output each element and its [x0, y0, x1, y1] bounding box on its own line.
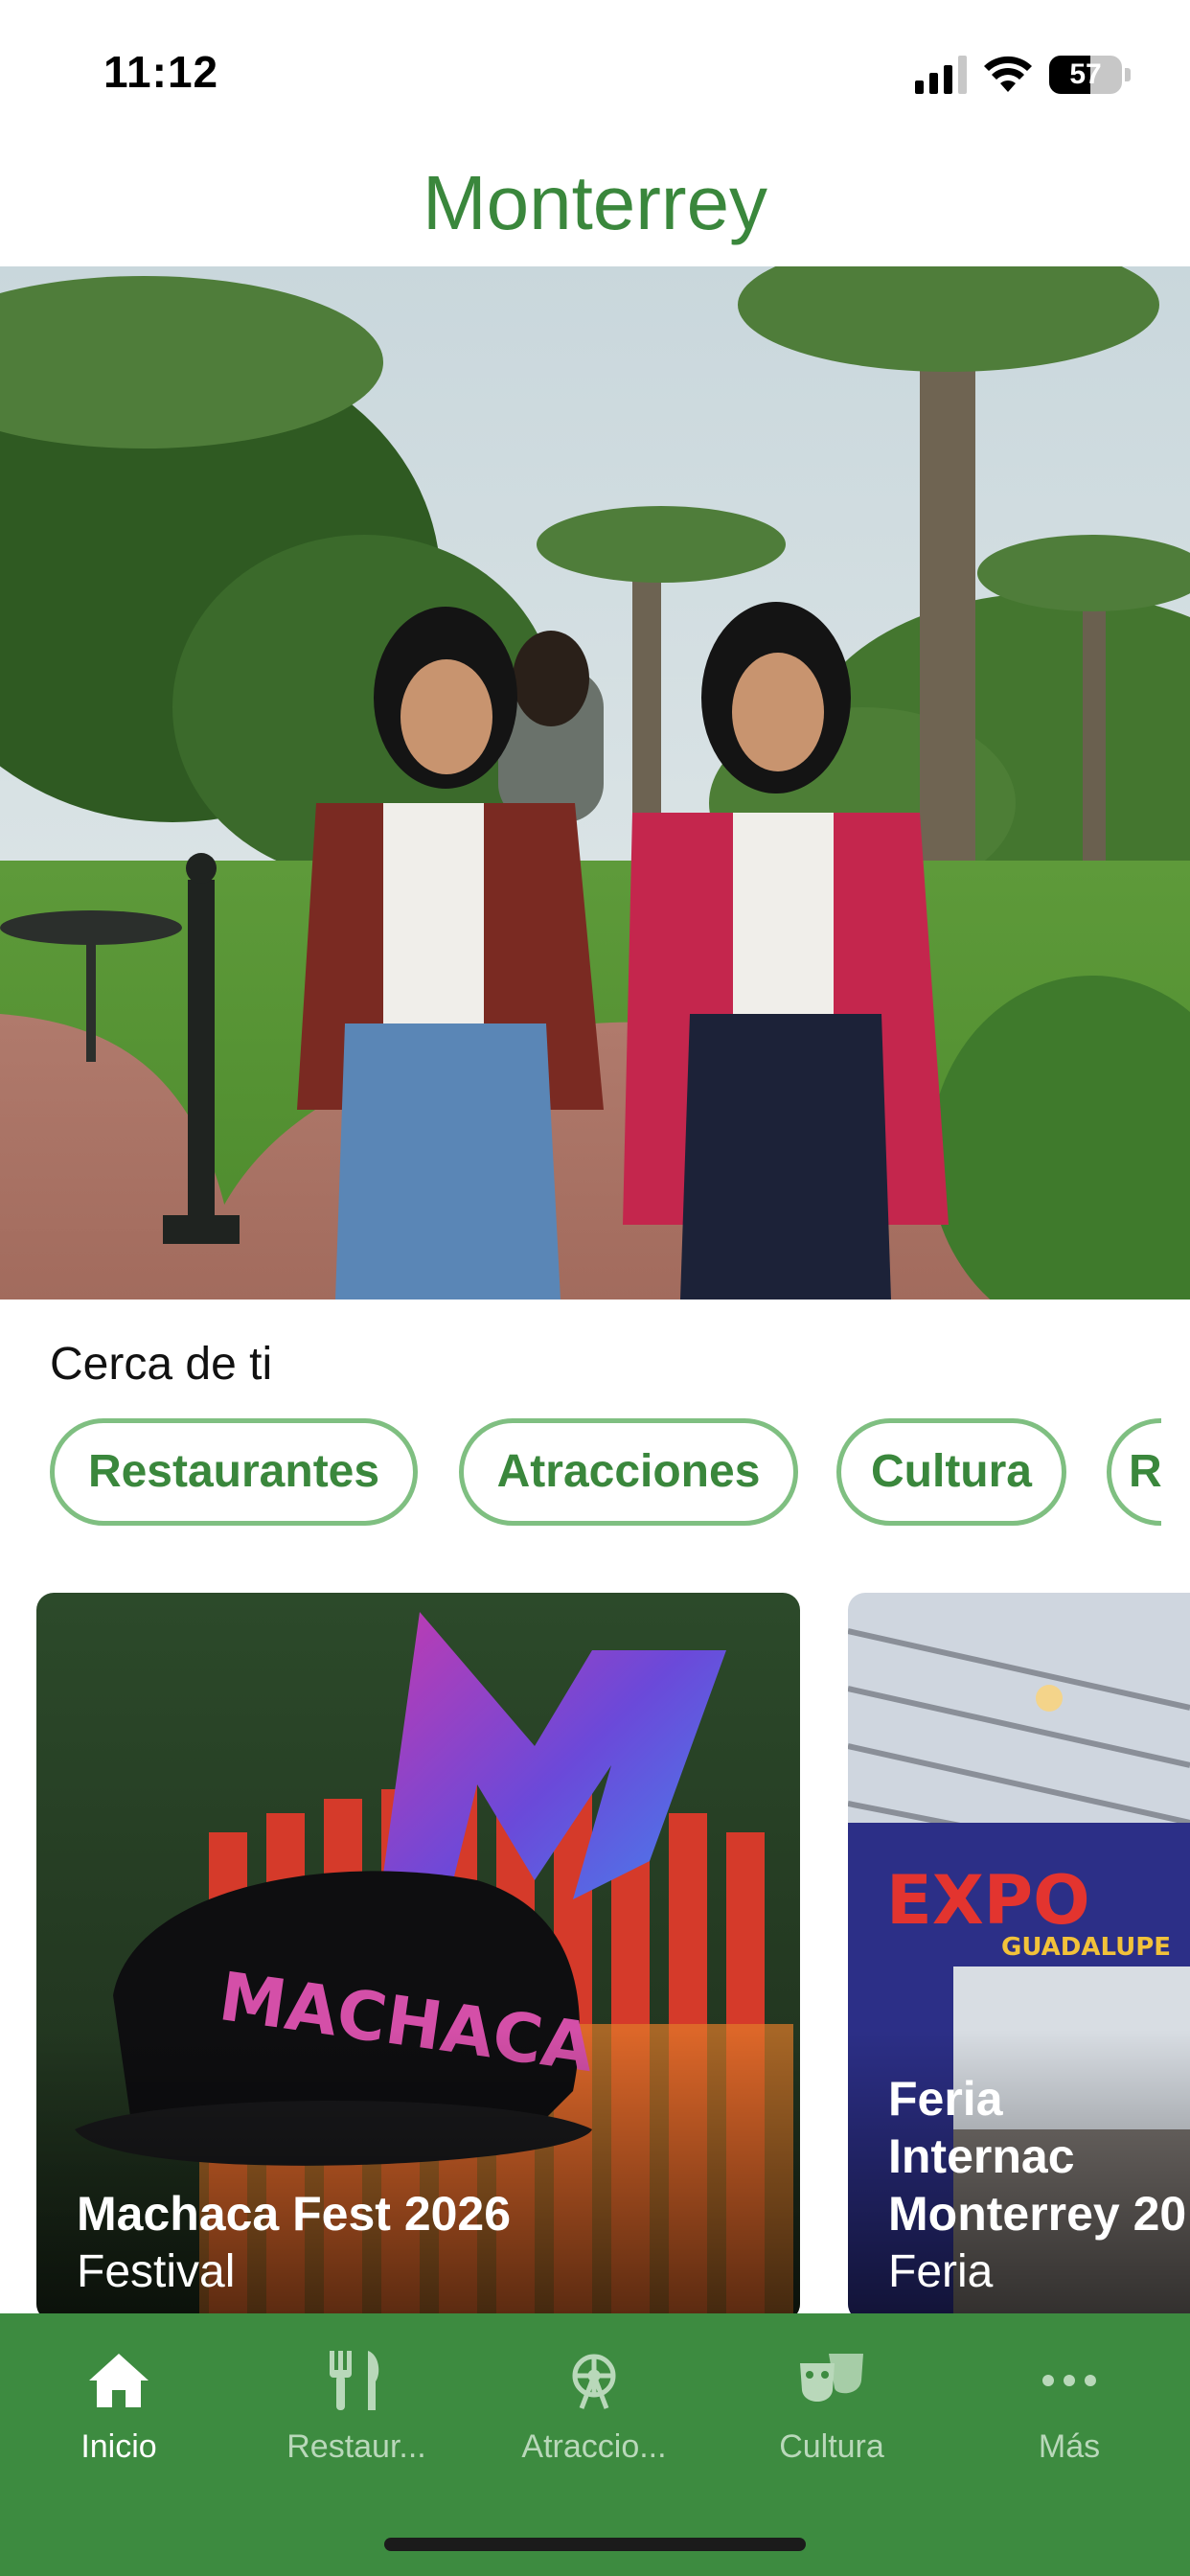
status-bar: 11:12 57 [0, 0, 1190, 144]
page-title: Monterrey [422, 160, 768, 245]
card-subtitle: Festival [77, 2246, 236, 2297]
ferris-wheel-icon [475, 2342, 713, 2419]
chip-restaurantes[interactable]: Restaurantes [50, 1418, 418, 1526]
home-icon [0, 2342, 238, 2419]
card-title: Machaca Fest 2026 [77, 2187, 512, 2241]
battery-percentage: 57 [1069, 58, 1102, 90]
tab-label: Cultura [779, 2428, 884, 2465]
tab-bar: Inicio Restaur... Atraccio... Cultura Má… [0, 2313, 1190, 2576]
chip-atracciones[interactable]: Atracciones [459, 1418, 798, 1526]
card-subtitle: Feria [888, 2246, 994, 2297]
wifi-icon [984, 56, 1032, 92]
tab-label: Restaur... [286, 2428, 426, 2465]
tab-atracciones[interactable]: Atraccio... [475, 2342, 713, 2466]
theater-masks-icon [713, 2342, 950, 2419]
hero-image[interactable] [0, 266, 1190, 1300]
nearby-section-title: Cerca de ti [50, 1339, 273, 1390]
event-card-machaca[interactable]: MACHACA Machaca Fest 2026 Festival [36, 1593, 800, 2321]
tab-label: Más [1038, 2428, 1101, 2465]
home-indicator [384, 2538, 806, 2551]
category-chips: Restaurantes Atracciones Cultura R [50, 1418, 1161, 1533]
card-caption: Feria Internac Monterrey 20 Feria [888, 2070, 1190, 2302]
more-dots-icon [950, 2342, 1188, 2419]
fork-knife-icon [238, 2342, 475, 2419]
card-caption: Machaca Fest 2026 Festival [77, 2185, 511, 2302]
tab-mas[interactable]: Más [950, 2342, 1188, 2466]
tab-label: Inicio [80, 2428, 157, 2465]
status-time: 11:12 [103, 47, 219, 97]
chip-partial[interactable]: R [1107, 1418, 1161, 1526]
tab-label: Atraccio... [521, 2428, 667, 2465]
battery-icon: 57 [1049, 56, 1122, 94]
event-card-feria[interactable]: EXPO GUADALUPE Feria Internac Monterrey … [848, 1593, 1190, 2321]
tab-restaurantes[interactable]: Restaur... [238, 2342, 475, 2466]
chip-cultura[interactable]: Cultura [836, 1418, 1066, 1526]
tab-inicio[interactable]: Inicio [0, 2342, 238, 2466]
status-indicators: 57 [915, 54, 1131, 96]
cellular-signal-icon [915, 56, 967, 94]
card-title: Feria Internac Monterrey 20 [888, 2072, 1187, 2241]
tab-cultura[interactable]: Cultura [713, 2342, 950, 2466]
